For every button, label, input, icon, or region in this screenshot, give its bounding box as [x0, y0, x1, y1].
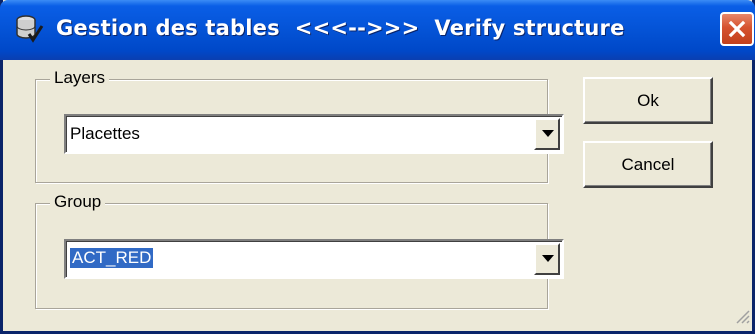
window-title: Gestion des tables <<<-->>> Verify struc… [56, 16, 625, 40]
layers-combobox[interactable]: Placettes [64, 114, 564, 154]
layers-groupbox: Layers Placettes [35, 68, 564, 183]
group-combobox[interactable]: ACT_RED [64, 239, 564, 279]
group-selected-value: ACT_RED [68, 247, 155, 269]
layers-legend: Layers [50, 68, 110, 88]
group-legend: Group [50, 192, 106, 212]
cancel-button[interactable]: Cancel [583, 141, 713, 188]
title-bar[interactable]: Gestion des tables <<<-->>> Verify struc… [0, 0, 755, 60]
group-groupbox: Group ACT_RED [35, 192, 564, 309]
resize-grip-icon[interactable] [734, 308, 750, 329]
ok-button[interactable]: Ok [583, 77, 713, 124]
layers-dropdown-button[interactable] [534, 118, 560, 150]
database-check-icon [14, 14, 44, 44]
close-button[interactable] [720, 12, 754, 46]
group-dropdown-button[interactable] [534, 243, 560, 275]
dialog-window: Gestion des tables <<<-->>> Verify struc… [0, 0, 755, 334]
layers-selected-value: Placettes [70, 124, 140, 143]
